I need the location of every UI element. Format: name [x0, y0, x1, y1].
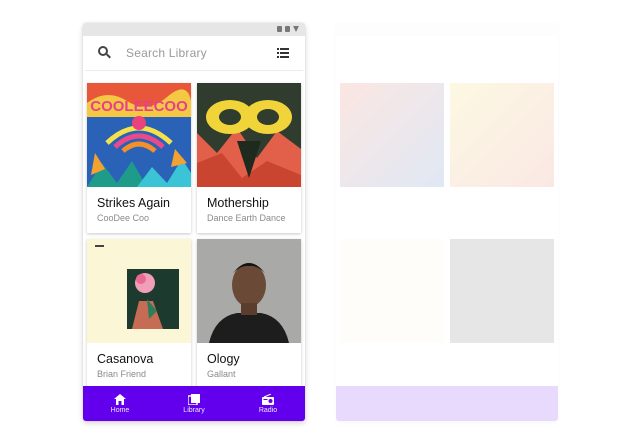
album-art [87, 239, 191, 343]
library-screen: Search Library COOLEECOO Strikes Again C… [83, 23, 305, 421]
nav-label: Library [183, 406, 205, 414]
album-title: Casanova [97, 352, 154, 366]
album-card[interactable]: Casanova Brian Friend [87, 239, 191, 389]
search-input[interactable]: Search Library [126, 46, 277, 60]
nav-label: Radio [258, 406, 278, 414]
album-title: Strikes Again [97, 196, 170, 210]
album-artist: Gallant [207, 369, 236, 379]
album-art [450, 239, 554, 343]
album-art [340, 239, 444, 343]
album-title: Mothership [207, 196, 269, 210]
album-card[interactable]: Ology Gallant [197, 239, 301, 389]
battery-icon [285, 26, 290, 32]
radio-icon [262, 393, 274, 405]
album-artist: Dance Earth Dance [207, 213, 286, 223]
status-bar [83, 23, 305, 36]
list-view-icon[interactable] [277, 48, 289, 58]
bottom-navigation [336, 386, 558, 421]
home-icon [114, 393, 126, 405]
album-card[interactable]: Mothership Dance Earth Dance [197, 83, 301, 233]
album-art [340, 83, 444, 187]
wifi-icon [293, 26, 299, 32]
album-art: COOLEECOO [87, 83, 191, 187]
search-icon[interactable] [98, 46, 112, 60]
library-screen-ghost [336, 23, 558, 421]
album-art [197, 239, 301, 343]
nav-item-library[interactable]: Library [164, 393, 224, 414]
signal-icon [277, 26, 282, 32]
album-art [450, 83, 554, 187]
album-artist: CooDee Coo [97, 213, 150, 223]
bottom-navigation: Home Library Radio [83, 386, 305, 421]
nav-label: Home [110, 406, 130, 414]
svg-text:COOLEECOO: COOLEECOO [90, 98, 188, 115]
album-title: Ology [207, 352, 240, 366]
album-card[interactable]: COOLEECOO Strikes Again CooDee Coo [87, 83, 191, 233]
album-artist: Brian Friend [97, 369, 147, 379]
nav-item-home[interactable]: Home [90, 393, 150, 414]
search-bar[interactable]: Search Library [85, 36, 303, 71]
album-art [197, 83, 301, 187]
library-icon [188, 393, 200, 405]
nav-item-radio[interactable]: Radio [238, 393, 298, 414]
